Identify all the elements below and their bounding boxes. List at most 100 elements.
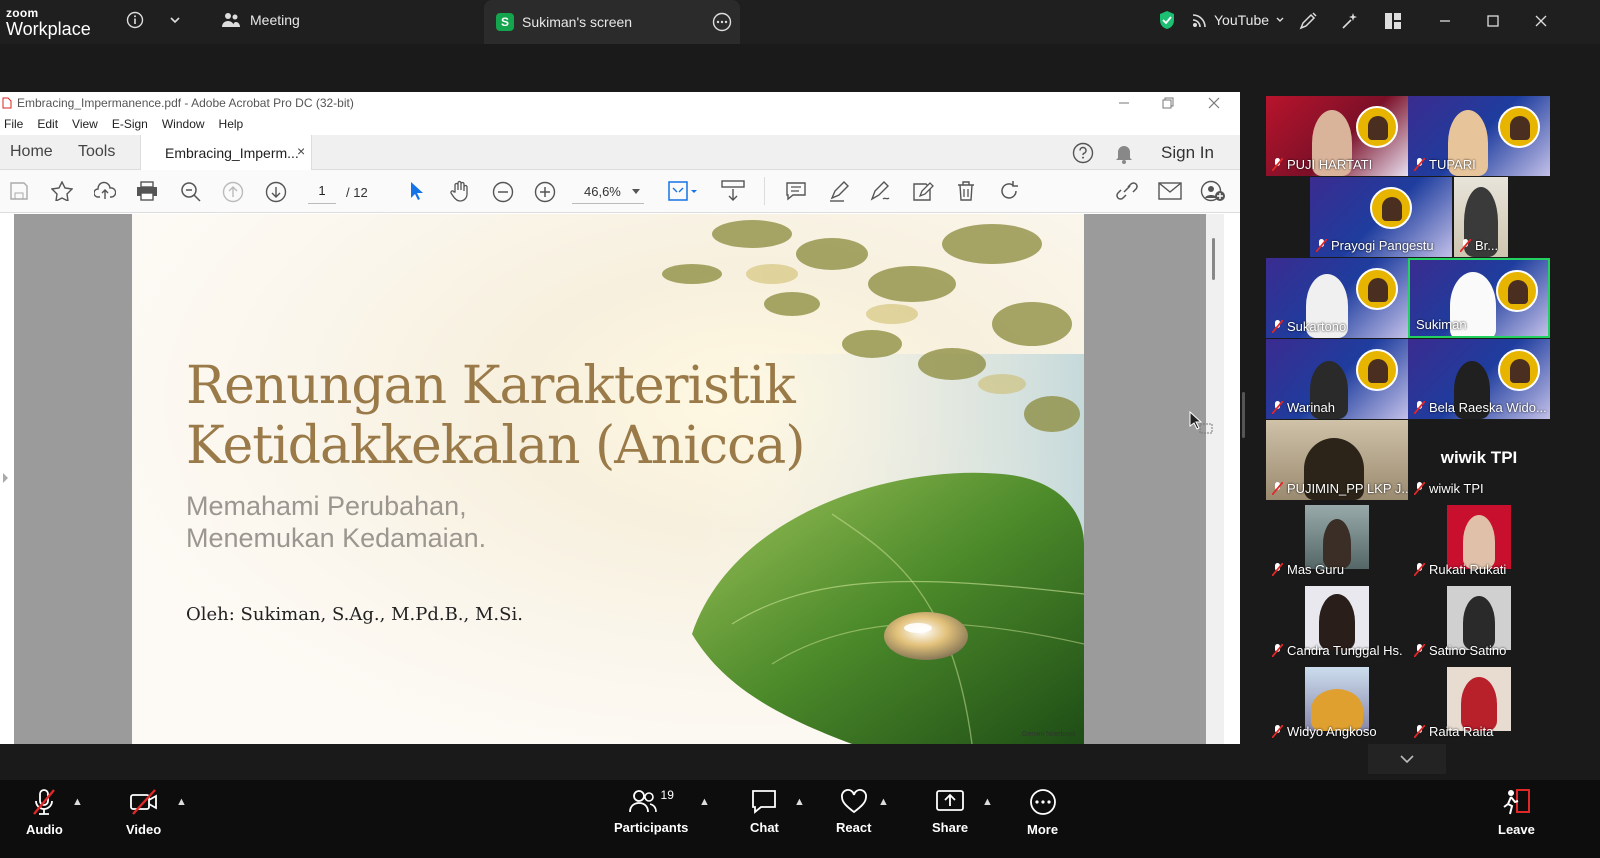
participant-tile[interactable]: Satino Satino — [1408, 582, 1550, 662]
tab-meeting[interactable]: Meeting — [222, 12, 300, 28]
tab-tools[interactable]: Tools — [78, 143, 115, 161]
participant-tile[interactable]: wiwik TPI wiwik TPI — [1408, 420, 1550, 500]
participant-name-label: PUJI HARTATI — [1287, 157, 1373, 172]
expand-right-arrow-icon[interactable] — [2, 472, 10, 484]
ai-companion-icon[interactable] — [1340, 11, 1360, 31]
share-link-icon[interactable] — [1114, 180, 1140, 202]
participant-tile[interactable]: Warinah — [1266, 339, 1408, 419]
acrobat-minimize-icon[interactable] — [1118, 97, 1130, 109]
video-button[interactable]: Video — [126, 788, 161, 837]
panel-resize-handle[interactable] — [1242, 392, 1245, 438]
document-view[interactable]: Renungan Karakteristik Ketidakkekalan (A… — [14, 214, 1206, 744]
react-options-caret-icon[interactable]: ▲ — [878, 796, 889, 808]
more-button[interactable]: More — [1027, 788, 1058, 837]
scrollbar-thumb[interactable] — [1212, 238, 1215, 280]
participants-button[interactable]: 19 Participants — [614, 788, 688, 835]
select-cursor-icon[interactable] — [408, 180, 426, 202]
participant-name: TUPARI — [1414, 157, 1476, 172]
audio-options-caret-icon[interactable]: ▲ — [72, 796, 83, 808]
menu-edit[interactable]: Edit — [37, 117, 58, 131]
fit-page-icon[interactable] — [668, 180, 698, 202]
tab-close-icon[interactable]: × — [297, 143, 305, 159]
participant-tile[interactable]: Sukartono — [1266, 258, 1408, 338]
chat-button[interactable]: Chat — [750, 788, 779, 835]
annotate-pen-icon[interactable] — [1298, 11, 1318, 31]
participants-label: Participants — [614, 820, 689, 835]
share-button[interactable]: Share — [932, 788, 968, 835]
react-button[interactable]: React — [836, 788, 871, 835]
share-options-caret-icon[interactable]: ▲ — [982, 796, 993, 808]
participant-tile[interactable]: TUPARI — [1408, 96, 1550, 176]
edit-pdf-icon[interactable] — [912, 180, 936, 202]
help-icon[interactable] — [1072, 142, 1094, 164]
chevron-down-icon[interactable] — [168, 13, 182, 27]
rotate-icon[interactable] — [998, 180, 1020, 202]
draw-sign-icon[interactable] — [869, 180, 893, 202]
sign-in-button[interactable]: Sign In — [1161, 143, 1214, 163]
participant-tile[interactable]: Prayogi Pangestu — [1310, 177, 1452, 257]
gallery-next-page-button[interactable] — [1368, 744, 1446, 774]
menu-esign[interactable]: E-Sign — [112, 117, 148, 131]
encryption-shield-icon[interactable] — [1158, 10, 1176, 30]
participant-tile[interactable]: Rukati Rukati — [1408, 501, 1550, 581]
participant-tile[interactable]: Candra Tunggal Hs. — [1266, 582, 1408, 662]
participant-tile-active-speaker[interactable]: Sukiman — [1408, 258, 1550, 338]
comment-icon[interactable] — [785, 181, 807, 201]
save-icon[interactable] — [9, 181, 29, 201]
zoom-out-icon[interactable] — [492, 181, 514, 203]
tab-screen-share[interactable]: S Sukiman's screen — [484, 0, 740, 44]
menu-file[interactable]: File — [4, 117, 23, 131]
acrobat-close-icon[interactable] — [1208, 97, 1220, 109]
participant-tile[interactable]: PUJIMIN_PP LKP J... — [1266, 420, 1408, 500]
title-bar: zoom Workplace Meeting S Sukiman's scree… — [0, 0, 1600, 44]
info-icon[interactable] — [126, 11, 144, 29]
menu-window[interactable]: Window — [162, 117, 205, 131]
participant-tile[interactable]: PUJI HARTATI — [1266, 96, 1408, 176]
acrobat-tab-bar: Home Tools Embracing_Imperm... × Sign In — [0, 135, 1240, 170]
participants-options-caret-icon[interactable]: ▲ — [699, 796, 710, 808]
close-icon[interactable] — [1534, 14, 1548, 28]
audio-button[interactable]: Audio — [26, 788, 63, 837]
maximize-icon[interactable] — [1486, 14, 1500, 28]
leave-button[interactable]: Leave — [1498, 788, 1535, 837]
acrobat-restore-icon[interactable] — [1162, 97, 1174, 109]
more-options-icon[interactable] — [712, 12, 732, 32]
participant-tile[interactable]: Mas Guru — [1266, 501, 1408, 581]
print-icon[interactable] — [136, 181, 158, 201]
participant-tile[interactable]: Br... — [1454, 177, 1508, 257]
next-page-icon[interactable] — [265, 181, 287, 203]
participant-tile[interactable]: Widyo Angkoso — [1266, 663, 1408, 743]
previous-page-icon[interactable] — [222, 181, 244, 203]
slide-subtitle: Memahami Perubahan, Menemukan Kedamaian. — [186, 490, 486, 554]
delete-trash-icon[interactable] — [956, 180, 976, 202]
highlight-pen-icon[interactable] — [828, 180, 850, 202]
view-layout-icon[interactable] — [1384, 12, 1402, 30]
menu-view[interactable]: View — [72, 117, 98, 131]
vertical-scrollbar[interactable] — [1206, 214, 1224, 744]
scroll-mode-icon[interactable] — [721, 180, 745, 202]
zoom-search-icon[interactable] — [180, 181, 202, 203]
video-options-caret-icon[interactable]: ▲ — [176, 796, 187, 808]
zoom-level-select[interactable]: 46,6% — [572, 178, 644, 204]
upload-cloud-icon[interactable] — [94, 181, 116, 201]
hand-tool-icon[interactable] — [449, 180, 471, 202]
add-user-icon[interactable] — [1200, 180, 1226, 202]
menu-help[interactable]: Help — [219, 117, 244, 131]
react-label: React — [836, 820, 872, 835]
acrobat-title-bar: Embracing_Impermanence.pdf - Adobe Acrob… — [0, 92, 1240, 113]
tab-home[interactable]: Home — [10, 143, 53, 161]
zoom-in-icon[interactable] — [534, 181, 556, 203]
bookmark-star-icon[interactable] — [51, 181, 73, 201]
logo-top-text: zoom — [6, 6, 39, 20]
muted-mic-icon — [1460, 239, 1471, 252]
tab-document[interactable]: Embracing_Imperm... × — [140, 135, 312, 170]
livestream-youtube-button[interactable]: YouTube — [1192, 12, 1285, 28]
participant-tile[interactable]: Bela Raeska Wido... — [1408, 339, 1550, 419]
muted-mic-icon — [1414, 482, 1425, 495]
email-icon[interactable] — [1158, 182, 1182, 200]
chat-options-caret-icon[interactable]: ▲ — [794, 796, 805, 808]
minimize-icon[interactable] — [1438, 14, 1452, 28]
participant-tile[interactable]: Raita Raita — [1408, 663, 1550, 743]
notifications-bell-icon[interactable] — [1114, 142, 1134, 164]
page-number-input[interactable]: 1 — [308, 178, 336, 204]
